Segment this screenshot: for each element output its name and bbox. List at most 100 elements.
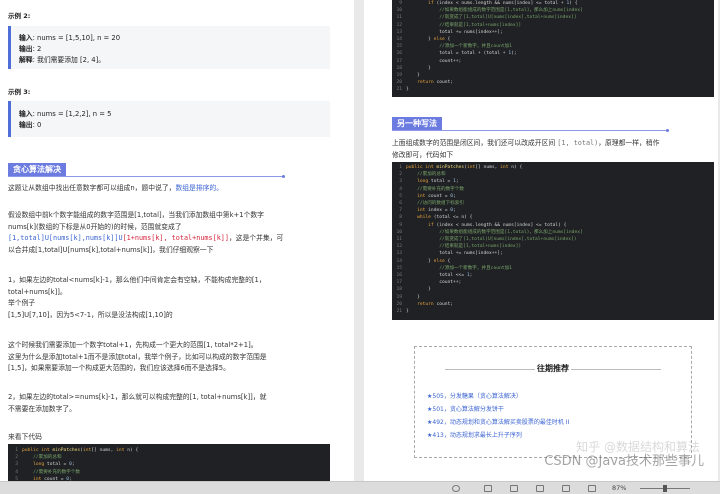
code-line: 21} [392,86,714,93]
recommended-link-2[interactable]: ★501，贪心算法解分发饼干 [427,404,504,413]
line-number: 2 [399,172,402,178]
zoom-level[interactable]: 87% [612,484,626,492]
paragraph-intro: 这题让从数组中找出任意数字都可以组成n，题中说了，数组是排序的。 [8,184,224,192]
code-line: 12 //结果就是[1,total+nums[index]) [392,243,714,250]
code-line: 9 if (index < nums.length && nums[index]… [392,222,714,229]
code-text: public int minPatches(int[] nums, int n)… [406,165,523,170]
code-text: } [406,294,420,300]
recommended-link-3[interactable]: ★492，动态规划和贪心算法解买卖股票的最佳时机 II [427,417,569,426]
code-line: 1 public int minPatches(int[] nums, int n… [8,447,330,454]
line-number: 1 [15,448,18,453]
code-line: 2 //累加的总和 [8,454,330,461]
code-text: //就变成了[1,total)U[nums[index],total+nums[… [439,237,577,243]
line-number: 18 [396,287,402,293]
code-line: 17 count++; [392,279,714,286]
line-number: 18 [396,65,402,71]
line-number: 9 [399,222,402,228]
line-number: 17 [396,280,402,286]
line-number: 4 [399,186,402,192]
line-number: 12 [396,22,402,28]
line-number: 17 [396,58,402,64]
double-page-icon[interactable] [510,485,518,492]
code-text: //访问的数组下标索引 [417,201,464,207]
paragraph-open-interval: 上面组成数字的范围是闭区间，我们还可以改成开区间 [1, total)，原理都一… [392,139,660,159]
code-line: 13 total += nums[index++]; [392,250,714,257]
zoom-slider-knob[interactable] [663,485,667,492]
code-text: //需要补充的数字个数 [33,469,80,475]
code-text: int count = 0; [417,193,456,199]
code-line: 1 public int minPatches(int[] nums, int n… [392,164,714,171]
line-number: 15 [396,44,402,50]
page-layout-icon[interactable] [484,485,492,492]
code-block-left[interactable]: 1 public int minPatches(int[] nums, int n… [8,444,330,481]
line-number: 2 [15,455,18,461]
code-text: } else { [406,258,451,264]
paragraph-case-1: 1，如果左边的total<nums[k]-1，那么他们中间肯定会有空缺，不能构成… [8,276,266,319]
code-line: 21} [392,308,714,315]
paragraph-case-2: 2，如果左边的total>=nums[k]-1，那么就可以构成完整的[1, to… [8,393,267,413]
line-number: 15 [396,265,402,271]
code-text: while (total <= n) { [417,215,473,221]
section-heading-greedy: 贪心算法解决 [8,163,285,178]
code-line: 3 long total = 1; [392,178,714,185]
code-text: } [406,73,420,79]
highlight-sorted: 数组是排序的。 [175,184,224,192]
code-line: 18 } [392,286,714,293]
code-text: //添加一个新数字，并且count加1 [439,44,512,50]
line-number: 8 [399,215,402,221]
code-line: 9 if (index < nums.length && nums[index]… [392,0,714,7]
status-bar: 87% [0,481,720,494]
watermark-csdn: CSDN @Java技术那些事儿 [544,454,704,469]
code-text: //需要补充的数字个数 [417,186,464,192]
line-number: 9 [399,1,402,6]
code-line: 16 total <<= 1; [392,272,714,279]
code-text: //如果数组能组成的数字范围是[1,total)，那么加上nums[index] [439,229,583,235]
code-line: 20 return count; [392,301,714,308]
code-line: 20 return count; [392,79,714,86]
code-text: int index = 0; [417,208,456,214]
example-3-label: 示例 3: [8,88,31,96]
code-block-continued[interactable]: 9 if (index < nums.length && nums[index]… [392,0,714,97]
code-line: 14 } else { [392,36,714,43]
line-number: 14 [396,37,402,43]
fullscreen-icon[interactable] [588,485,596,492]
line-number: 1 [399,165,402,170]
line-number: 3 [15,462,18,468]
recommended-link-1[interactable]: ★505，分发糖果（贪心算法解决） [427,391,522,400]
code-line: 4 //需要补充的数字个数 [392,186,714,193]
code-text: } [406,87,409,93]
code-text: //就变成了[1,total]U[nums[index],total+nums[… [439,15,577,21]
code-text: if (index < nums.length && nums[index] <… [428,1,578,6]
code-text: //累加的总和 [33,455,62,461]
document-page-right: 9 if (index < nums.length && nums[index]… [364,0,718,481]
recommended-link-4[interactable]: ★413，动态规划求最长上升子序列 [427,430,522,439]
line-number: 4 [15,469,18,475]
code-text: total <<= 1; [406,273,473,279]
code-line: 3 long total = 0; [8,461,330,468]
line-number: 10 [396,8,402,14]
code-text: count++; [406,58,462,64]
code-text: //结果就是[1,total+nums[index]] [439,22,522,28]
line-number: 14 [396,258,402,264]
code-text: total += nums[index++]; [406,251,503,257]
line-number: 13 [396,29,402,35]
code-text: long total = 0; [33,462,75,468]
code-block-alternative[interactable]: 1 public int minPatches(int[] nums, int n… [392,162,714,320]
line-number: 16 [396,51,402,57]
line-number: 11 [396,15,402,21]
line-number: 19 [396,294,402,300]
fit-width-icon[interactable] [562,485,570,492]
code-text: total += nums[index++]; [406,29,503,35]
code-line: 16 total = total + (total + 1); [392,50,714,57]
code-text: total = total + (total + 1); [406,51,517,57]
code-text: } [406,309,409,315]
code-text: return count; [417,80,454,86]
code-text: } [406,287,431,293]
code-text: //如果数组能组成的数字范围是[1,total]，那么加上nums[index] [439,8,583,14]
view-mode-icon[interactable] [452,485,460,492]
paragraph-code-intro: 来看下代码 [8,433,42,441]
book-view-icon[interactable] [536,485,544,492]
code-text: long total = 1; [417,179,459,185]
line-number: 21 [396,309,402,315]
code-line: 10 //如果数组能组成的数字范围是[1,total]，那么加上nums[ind… [392,7,714,14]
